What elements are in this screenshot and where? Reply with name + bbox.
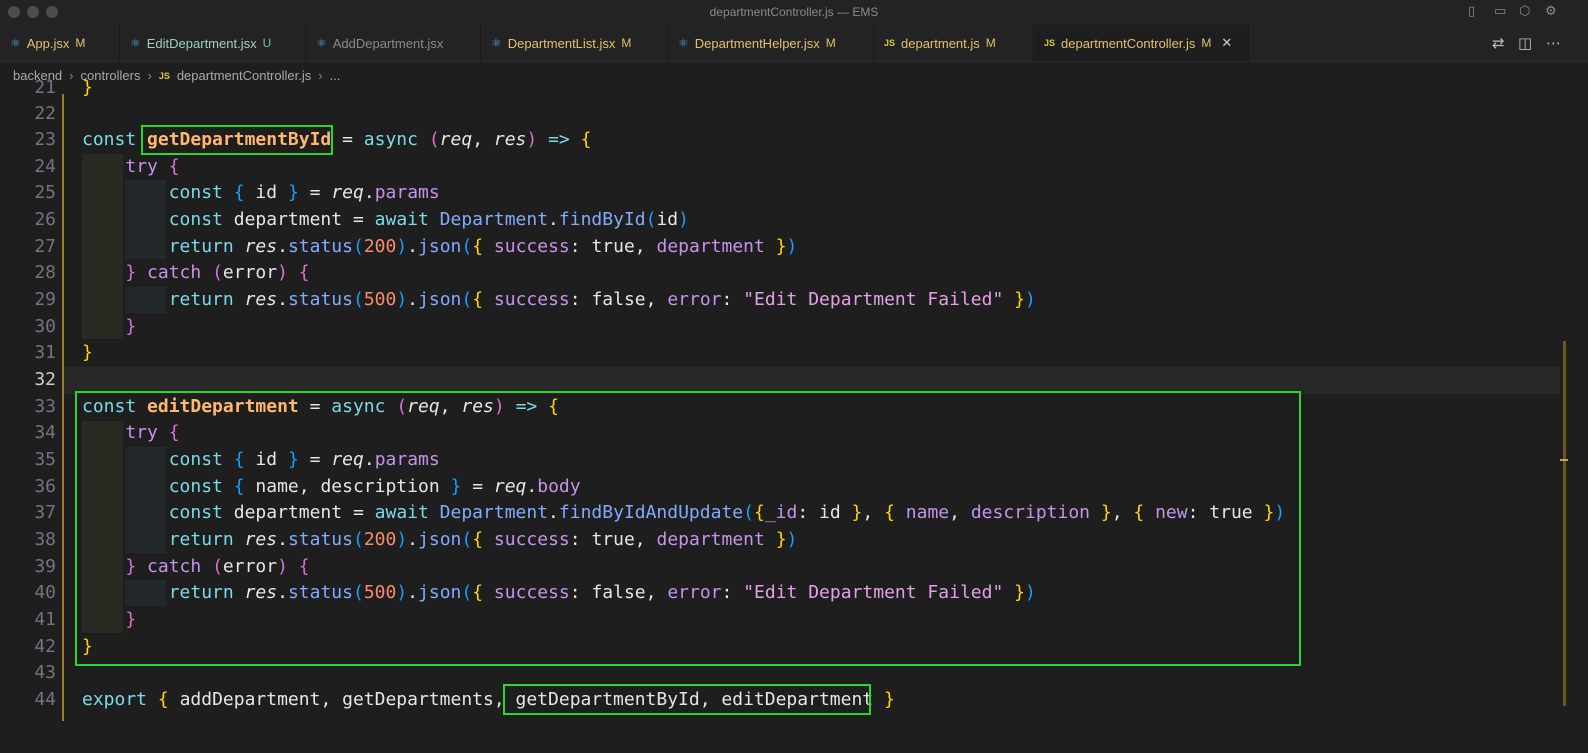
line-number: 37 <box>34 502 56 523</box>
annotation-highlight-export <box>503 684 871 715</box>
line-number: 33 <box>34 396 56 417</box>
line-number: 38 <box>34 529 56 550</box>
react-icon: ⚛ <box>316 36 327 50</box>
code-line: 21 } <box>0 75 1560 102</box>
more-actions-icon[interactable]: ⋯ <box>1546 34 1561 52</box>
annotation-highlight-editdepartment <box>75 391 1301 666</box>
tab-app-jsx[interactable]: ⚛ App.jsx M <box>0 25 120 61</box>
code-line: 32 <box>0 367 1560 394</box>
close-tab-icon[interactable]: ✕ <box>1221 35 1232 51</box>
line-number: 29 <box>34 289 56 310</box>
code-line: 25 const { id } = req.params <box>0 180 1560 207</box>
tab-departmentlist-jsx[interactable]: ⚛ DepartmentList.jsx M <box>481 25 668 61</box>
code-line: 27 return res.status(200).json({ success… <box>0 234 1560 261</box>
line-number: 41 <box>34 609 56 630</box>
code-line: 29 return res.status(500).json({ success… <box>0 287 1560 314</box>
line-text: } <box>82 342 93 363</box>
open-changes-icon[interactable]: ⇄ <box>1492 34 1505 52</box>
code-editor[interactable]: 21 } 22 23 const getDepartmentById = asy… <box>0 77 1588 753</box>
code-line: 30 } <box>0 314 1560 341</box>
js-icon: JS <box>884 38 896 48</box>
editor-tab-bar: ⚛ App.jsx M ⚛ EditDepartment.jsx U ⚛ Add… <box>0 25 1588 62</box>
modified-badge: M <box>1201 36 1212 50</box>
react-icon: ⚛ <box>130 36 141 50</box>
tab-departmenthelper-jsx[interactable]: ⚛ DepartmentHelper.jsx M <box>668 25 874 61</box>
tab-label: DepartmentList.jsx <box>507 35 616 51</box>
line-text: } <box>125 316 137 337</box>
tab-departmentcontroller-js[interactable]: JS departmentController.js M ✕ <box>1034 25 1249 61</box>
line-number: 35 <box>34 449 56 470</box>
toggle-primary-sidebar-icon[interactable]: ▯ <box>1468 4 1475 19</box>
line-number: 23 <box>34 129 56 150</box>
code-line: 24 try { <box>0 154 1560 181</box>
line-text: return res.status(500).json({ success: f… <box>168 289 1036 310</box>
tab-label: departmentController.js <box>1061 35 1196 51</box>
modified-badge: M <box>825 36 836 50</box>
annotation-highlight-getdepartmentbyid <box>141 125 333 155</box>
line-number: 26 <box>34 209 56 230</box>
line-number: 32 <box>34 369 56 390</box>
line-number: 22 <box>34 103 56 124</box>
js-icon: JS <box>1044 38 1056 48</box>
toggle-panel-icon[interactable]: ▭ <box>1494 4 1506 19</box>
line-number: 34 <box>34 422 56 443</box>
line-number: 27 <box>34 236 56 257</box>
line-number: 31 <box>34 342 56 363</box>
modified-badge: M <box>621 36 632 50</box>
tab-adddepartment-jsx[interactable]: ⚛ AddDepartment.jsx <box>306 25 481 61</box>
code-line: 26 const department = await Department.f… <box>0 207 1560 234</box>
modified-badge: M <box>75 36 86 50</box>
line-number: 39 <box>34 556 56 577</box>
line-text: try { <box>125 156 180 177</box>
line-text: } catch (error) { <box>125 262 310 283</box>
react-icon: ⚛ <box>678 36 689 50</box>
line-text: const { id } = req.params <box>168 182 440 203</box>
code-line: 31 } <box>0 340 1560 367</box>
window-title: departmentController.js — EMS <box>709 5 879 19</box>
tab-label: DepartmentHelper.jsx <box>694 35 820 51</box>
line-number: 42 <box>34 636 56 657</box>
split-editor-icon[interactable]: ◫ <box>1518 34 1532 52</box>
settings-gear-icon[interactable]: ⚙ <box>1545 4 1557 19</box>
line-number: 25 <box>34 182 56 203</box>
line-number: 36 <box>34 476 56 497</box>
scrollbar-cursor-marker <box>1560 459 1568 461</box>
line-number: 30 <box>34 316 56 337</box>
line-text: return res.status(200).json({ success: t… <box>168 236 798 257</box>
line-number: 28 <box>34 262 56 283</box>
tab-label: App.jsx <box>26 35 70 51</box>
line-text: } <box>82 77 93 98</box>
code-line: 28 } catch (error) { <box>0 260 1560 287</box>
react-icon: ⚛ <box>10 36 21 50</box>
line-number: 24 <box>34 156 56 177</box>
title-bar: departmentController.js — EMS ▯ ▭ ⬡ ⚙ <box>0 0 1588 25</box>
line-number: 44 <box>34 689 56 710</box>
tab-editdepartment-jsx[interactable]: ⚛ EditDepartment.jsx U <box>120 25 306 61</box>
line-number: 43 <box>34 662 56 683</box>
react-icon: ⚛ <box>491 36 502 50</box>
tab-label: EditDepartment.jsx <box>146 35 257 51</box>
line-number: 21 <box>34 77 56 98</box>
tab-label: department.js <box>901 35 980 51</box>
code-line: 22 <box>0 101 1560 128</box>
line-number: 40 <box>34 582 56 603</box>
tab-label: AddDepartment.jsx <box>332 35 444 51</box>
scrollbar-change-marker <box>1563 341 1566 706</box>
extensions-cube-icon[interactable]: ⬡ <box>1519 4 1530 19</box>
tab-department-js[interactable]: JS department.js M <box>874 25 1034 61</box>
untracked-badge: U <box>262 36 272 50</box>
line-text: const department = await Department.find… <box>168 209 689 230</box>
modified-badge: M <box>985 36 996 50</box>
